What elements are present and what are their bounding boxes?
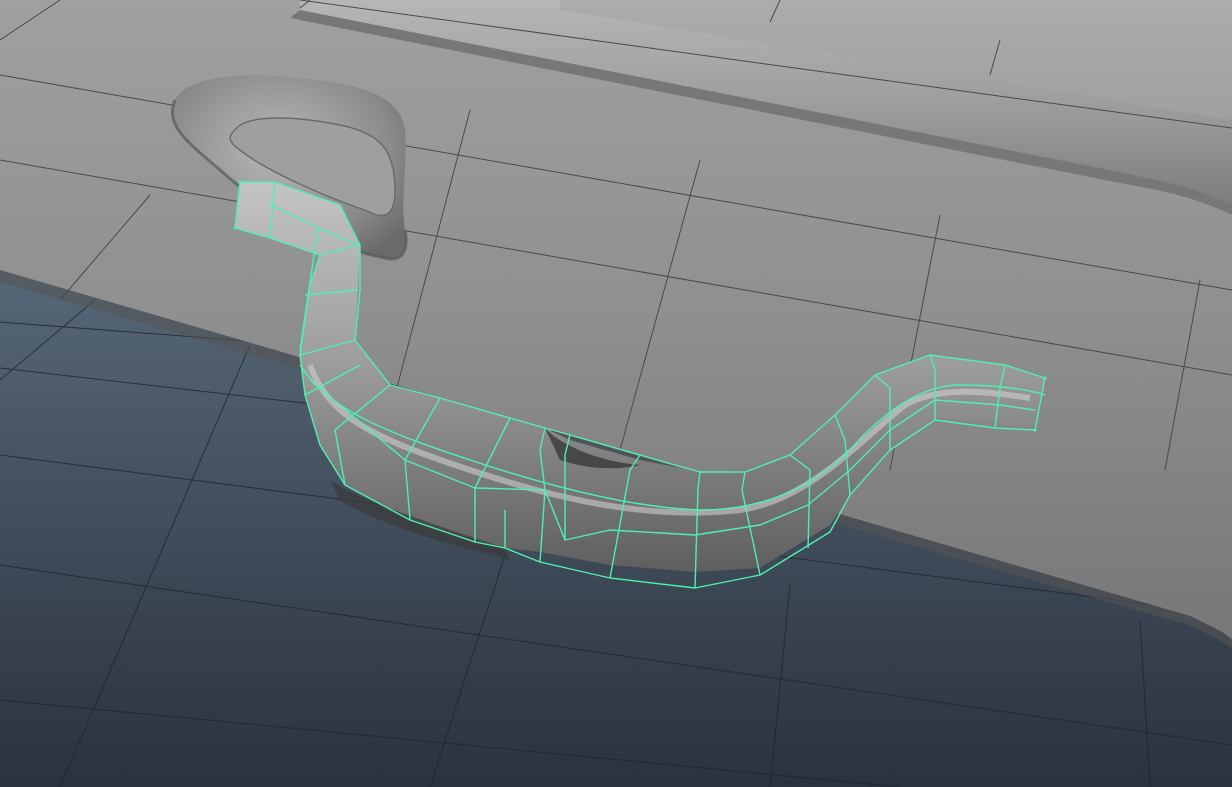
3d-viewport[interactable]	[0, 0, 1232, 787]
viewport-scene[interactable]	[0, 0, 1232, 787]
